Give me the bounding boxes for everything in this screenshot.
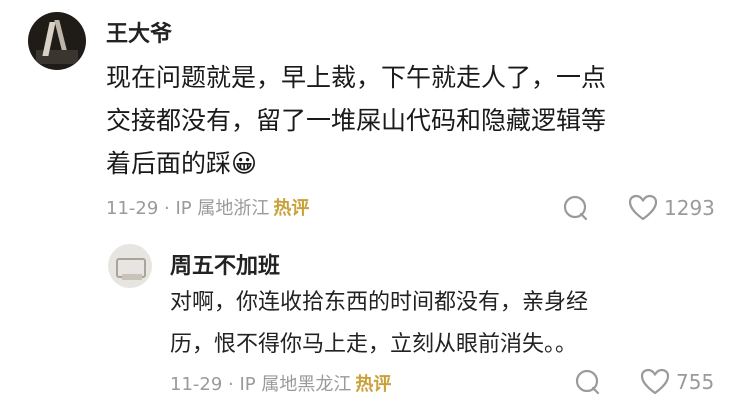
comment-text-reply: 对啊，你连收拾东西的时间都没有，亲身经 历，恨不得你马上走，立刻从眼前消失。。 [170, 282, 588, 366]
reply-button[interactable] [562, 194, 590, 222]
comment-icon [562, 194, 590, 222]
comment-meta-main: 11-29 · IP 属地浙江 热评 [106, 194, 309, 220]
heart-icon [640, 368, 670, 396]
heart-icon [628, 194, 658, 222]
meta-date-ip-reply: 11-29 · IP 属地黑龙江 [170, 374, 352, 395]
comment-line-1: 现在问题就是，早上裁，下午就走人了，一点 [106, 63, 607, 92]
comment-line-3: 着后面的踩😀 [106, 149, 258, 178]
like-count-2: 755 [676, 370, 715, 394]
comment-meta-reply: 11-29 · IP 属地黑龙江 热评 [170, 370, 391, 396]
comment-line-2: 交接都没有，留了一堆屎山代码和隐藏逻辑等 [106, 106, 607, 135]
comment-text-main: 现在问题就是，早上裁，下午就走人了，一点 交接都没有，留了一堆屎山代码和隐藏逻辑… [106, 56, 606, 185]
comment-icon [574, 368, 602, 396]
reply-button-2[interactable] [574, 368, 602, 396]
hot-badge: 热评 [273, 198, 310, 219]
username-main[interactable]: 王大爷 [106, 16, 172, 48]
like-button-2[interactable]: 755 [640, 368, 714, 396]
hot-badge-reply: 热评 [355, 374, 392, 395]
username-reply[interactable]: 周五不加班 [170, 248, 280, 280]
reply-line-1: 对啊，你连收拾东西的时间都没有，亲身经 [170, 290, 589, 315]
avatar-reply[interactable] [108, 244, 152, 288]
avatar-main[interactable] [28, 12, 86, 70]
meta-date-ip: 11-29 · IP 属地浙江 [106, 198, 270, 219]
like-count: 1293 [664, 196, 715, 220]
like-button[interactable]: 1293 [628, 194, 715, 222]
reply-line-2: 历，恨不得你马上走，立刻从眼前消失。。 [170, 332, 578, 357]
